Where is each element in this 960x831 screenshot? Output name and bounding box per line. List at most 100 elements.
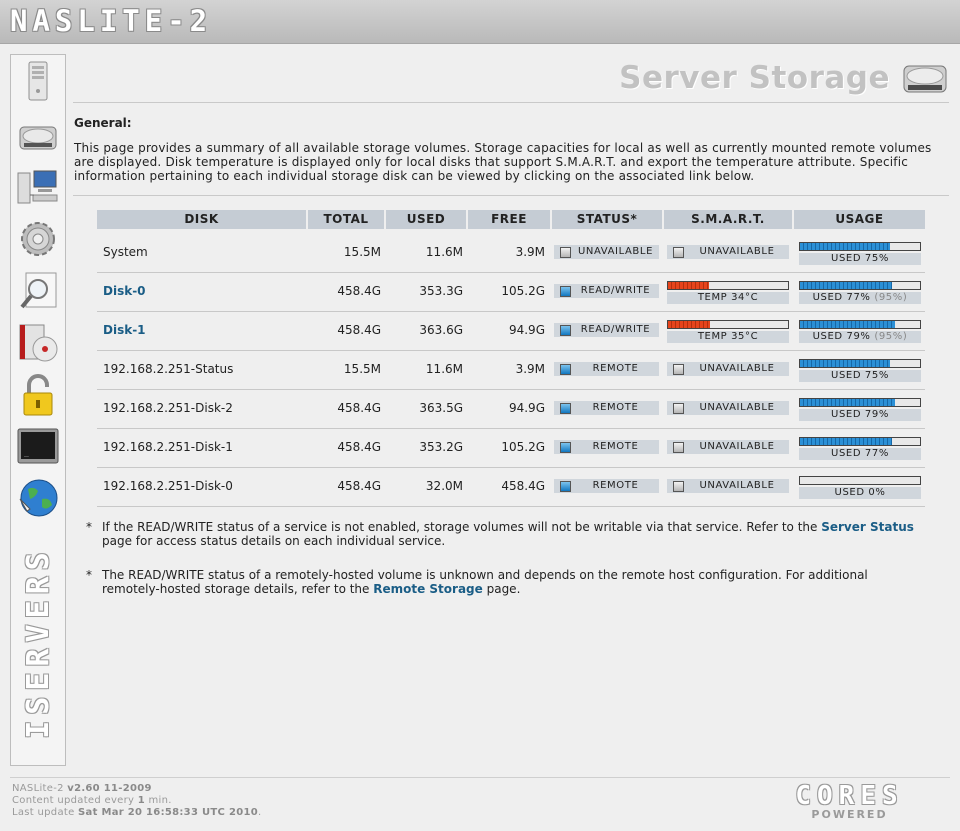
globe-icon[interactable] bbox=[16, 477, 60, 521]
smart-led-icon bbox=[673, 364, 684, 375]
status-indicator: REMOTE bbox=[554, 479, 659, 493]
header-used: USED bbox=[386, 210, 466, 229]
disk-name: 192.168.2.251-Disk-1 bbox=[103, 440, 233, 454]
used-value: 363.5G bbox=[419, 401, 463, 415]
temperature-label: TEMP 34°C bbox=[667, 292, 789, 304]
disk-name: 192.168.2.251-Status bbox=[103, 362, 234, 376]
usage-label: USED 77% (95%) bbox=[799, 292, 921, 304]
sidebar-nav: _ ISERVERS bbox=[10, 54, 66, 766]
usage-bar bbox=[799, 242, 921, 251]
section-divider bbox=[73, 195, 949, 196]
total-value: 458.4G bbox=[337, 323, 381, 337]
svg-text:_: _ bbox=[24, 448, 29, 457]
status-led-icon bbox=[560, 403, 571, 414]
used-value: 353.2G bbox=[419, 440, 463, 454]
server-status-link[interactable]: Server Status bbox=[821, 520, 914, 534]
status-led-icon bbox=[560, 481, 571, 492]
usage-bar bbox=[799, 476, 921, 485]
usage-fill bbox=[800, 360, 890, 367]
total-value: 15.5M bbox=[343, 245, 381, 259]
status-indicator: READ/WRITE bbox=[554, 323, 659, 337]
footnote-server-status: * If the READ/WRITE status of a service … bbox=[86, 520, 914, 548]
general-heading: General: bbox=[74, 116, 132, 130]
free-value: 94.9G bbox=[508, 323, 545, 337]
usage-fill bbox=[800, 282, 893, 289]
app-header: NASLITE-2 bbox=[0, 0, 960, 44]
usage-fill bbox=[800, 321, 895, 328]
temperature-bar bbox=[667, 320, 789, 329]
status-led-icon bbox=[560, 442, 571, 453]
header-status: STATUS* bbox=[552, 210, 662, 229]
disk-name: 192.168.2.251-Disk-0 bbox=[103, 479, 233, 493]
status-led-icon bbox=[560, 364, 571, 375]
usage-bar bbox=[799, 320, 921, 329]
hard-drive-icon bbox=[902, 62, 948, 96]
usage-label: USED 75% bbox=[799, 253, 921, 265]
temperature-bar bbox=[667, 281, 789, 290]
total-value: 458.4G bbox=[337, 284, 381, 298]
smart-indicator: UNAVAILABLE bbox=[667, 245, 789, 259]
disk-name-link[interactable]: Disk-0 bbox=[103, 272, 146, 311]
settings-gear-icon[interactable] bbox=[16, 217, 60, 261]
header-smart: S.M.A.R.T. bbox=[664, 210, 792, 229]
server-icon[interactable] bbox=[16, 59, 60, 103]
footnote-remote-storage: * The READ/WRITE status of a remotely-ho… bbox=[86, 568, 868, 596]
total-value: 458.4G bbox=[337, 479, 381, 493]
usage-label: USED 79% (95%) bbox=[799, 331, 921, 343]
disk-name: System bbox=[103, 245, 148, 259]
free-value: 94.9G bbox=[508, 401, 545, 415]
naslite-logo: NASLITE-2 bbox=[10, 4, 213, 38]
smart-led-icon bbox=[673, 442, 684, 453]
status-led-icon bbox=[560, 247, 571, 258]
footer-last-update: Last update Sat Mar 20 16:58:33 UTC 2010… bbox=[12, 807, 262, 818]
network-computers-icon[interactable] bbox=[16, 165, 60, 209]
terminal-icon[interactable]: _ bbox=[16, 425, 60, 469]
header-free: FREE bbox=[468, 210, 550, 229]
status-led-icon bbox=[560, 325, 571, 336]
used-value: 353.3G bbox=[419, 284, 463, 298]
media-disc-icon[interactable] bbox=[16, 321, 60, 365]
usage-fill bbox=[800, 243, 890, 250]
temperature-label: TEMP 35°C bbox=[667, 331, 789, 343]
table-row: 192.168.2.251-Status 15.5M 11.6M 3.9M REMOTE… bbox=[97, 350, 925, 390]
status-indicator: REMOTE bbox=[554, 362, 659, 376]
free-value: 3.9M bbox=[515, 362, 545, 376]
page-title: Server Storage bbox=[619, 60, 890, 96]
footer-info: NASLite-2 v2.60 11-2009 Content updated … bbox=[12, 783, 261, 819]
total-value: 15.5M bbox=[343, 362, 381, 376]
usage-label: USED 79% bbox=[799, 409, 921, 421]
total-value: 458.4G bbox=[337, 401, 381, 415]
table-header: DISK TOTAL USED FREE STATUS* S.M.A.R.T. … bbox=[97, 210, 925, 229]
used-value: 11.6M bbox=[425, 362, 463, 376]
search-magnifier-icon[interactable] bbox=[16, 269, 60, 313]
storage-table: DISK TOTAL USED FREE STATUS* S.M.A.R.T. … bbox=[97, 210, 925, 507]
free-value: 105.2G bbox=[501, 284, 545, 298]
footer-refresh: Content updated every 1 min. bbox=[12, 795, 172, 806]
status-indicator: READ/WRITE bbox=[554, 284, 659, 298]
temperature-fill bbox=[668, 282, 709, 289]
table-row: 192.168.2.251-Disk-1 458.4G 353.2G 105.2G RE… bbox=[97, 428, 925, 468]
footer-version: NASLite-2 v2.60 11-2009 bbox=[12, 783, 152, 794]
status-led-icon bbox=[560, 286, 571, 297]
free-value: 458.4G bbox=[501, 479, 545, 493]
status-indicator: REMOTE bbox=[554, 440, 659, 454]
temperature-fill bbox=[668, 321, 710, 328]
usage-label: USED 75% bbox=[799, 370, 921, 382]
disk-name: 192.168.2.251-Disk-2 bbox=[103, 401, 233, 415]
header-disk: DISK bbox=[97, 210, 306, 229]
smart-led-icon bbox=[673, 403, 684, 414]
usage-label: USED 77% bbox=[799, 448, 921, 460]
padlock-icon[interactable] bbox=[16, 373, 60, 417]
used-value: 11.6M bbox=[425, 245, 463, 259]
table-row: 192.168.2.251-Disk-2 458.4G 363.5G 94.9G REM… bbox=[97, 389, 925, 429]
smart-indicator: UNAVAILABLE bbox=[667, 401, 789, 415]
table-row: Disk-0 458.4G 353.3G 105.2G READ/WRITE TEMP 3… bbox=[97, 272, 925, 312]
disk-name-link[interactable]: Disk-1 bbox=[103, 311, 146, 350]
header-total: TOTAL bbox=[308, 210, 384, 229]
storage-disk-icon[interactable] bbox=[16, 113, 60, 157]
header-usage: USAGE bbox=[794, 210, 925, 229]
free-value: 105.2G bbox=[501, 440, 545, 454]
general-description: This page provides a summary of all avai… bbox=[74, 141, 932, 183]
title-divider bbox=[73, 102, 949, 103]
remote-storage-link[interactable]: Remote Storage bbox=[373, 582, 483, 596]
